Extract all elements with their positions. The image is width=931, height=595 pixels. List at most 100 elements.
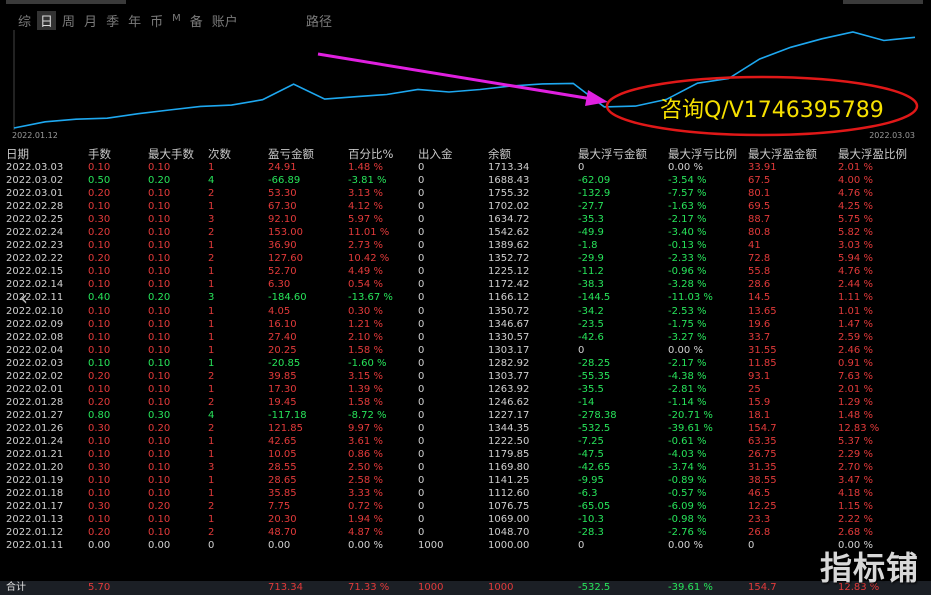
table-row[interactable]: 2022.02.23 0.10 0.10 1 36.90 2.73 % 0 1389.62 -1… <box>0 239 931 252</box>
header-lots[interactable]: 手数 <box>88 146 111 162</box>
table-row[interactable]: 2022.01.11 0.00 0.00 0 0.00 0.00 % 1000 1000.00… <box>0 539 931 552</box>
cell-max-float-profit-pct: 1.48 % <box>838 409 873 421</box>
cell-pnl: 48.70 <box>268 527 297 539</box>
cell-max-float-profit-pct: 4.18 % <box>838 488 873 500</box>
table-row[interactable]: 2022.01.17 0.30 0.20 2 7.75 0.72 % 0 1076.75 -65… <box>0 500 931 513</box>
tab-quarter[interactable]: 季 <box>106 11 119 30</box>
header-max-lots[interactable]: 最大手数 <box>148 146 194 162</box>
table-row[interactable]: 2022.01.12 0.20 0.10 2 48.70 4.87 % 0 1048.70 -2… <box>0 526 931 539</box>
cell-trades: 1 <box>208 488 215 500</box>
table-row[interactable]: 2022.01.20 0.30 0.10 3 28.55 2.50 % 0 1169.80 -4… <box>0 461 931 474</box>
cell-max-lots: 0.10 <box>148 253 171 265</box>
cell-max-float-loss-pct: -11.03 % <box>668 292 713 304</box>
cell-date: 2022.02.24 <box>6 227 64 239</box>
tab-overview[interactable]: 综 <box>18 11 31 30</box>
chevron-left-icon[interactable]: ‹ <box>13 287 35 309</box>
table-row[interactable]: 2022.03.01 0.20 0.10 2 53.30 3.13 % 0 1755.32 -1… <box>0 187 931 200</box>
cell-lots: 0.20 <box>88 396 111 408</box>
table-row[interactable]: 2022.02.01 0.10 0.10 1 17.30 1.39 % 0 1263.92 -3… <box>0 383 931 396</box>
cell-max-float-loss-pct: -3.40 % <box>668 227 707 239</box>
cell-max-float-loss-pct: -3.27 % <box>668 331 707 343</box>
cell-max-float-loss-pct: -0.96 % <box>668 266 707 278</box>
cell-max-lots: 0.10 <box>148 188 171 200</box>
cell-trades: 2 <box>208 188 215 200</box>
cell-max-float-profit-pct: 2.01 % <box>838 162 873 173</box>
cell-balance: 1346.67 <box>488 318 530 330</box>
cell-max-float-loss-pct: 0.00 % <box>668 344 703 356</box>
header-date[interactable]: 日期 <box>6 146 29 162</box>
cell-balance: 1172.42 <box>488 279 530 291</box>
total-max-float-loss: -532.5 <box>578 582 611 593</box>
cell-pnl: 28.55 <box>268 462 297 474</box>
table-row[interactable]: 2022.01.26 0.30 0.20 2 121.85 9.97 % 0 1344.35 -… <box>0 422 931 435</box>
tab-path[interactable]: 路径 <box>306 11 332 30</box>
table-row[interactable]: 2022.03.03 0.10 0.10 1 24.91 1.48 % 0 1713.34 0 0… <box>0 161 931 174</box>
cell-pnl: 19.45 <box>268 396 297 408</box>
cell-max-float-profit-pct: 5.37 % <box>838 435 873 447</box>
cell-pct: 1.48 % <box>348 162 383 173</box>
cell-balance: 1303.17 <box>488 344 530 356</box>
table-row[interactable]: 2022.02.24 0.20 0.10 2 153.00 11.01 % 0 1542.62… <box>0 226 931 239</box>
cell-max-lots: 0.10 <box>148 449 171 461</box>
cell-max-float-profit: 67.5 <box>748 175 771 187</box>
cell-trades: 1 <box>208 201 215 213</box>
cell-deposit: 0 <box>418 279 425 291</box>
tab-note[interactable]: 备 <box>190 11 203 30</box>
table-row[interactable]: 2022.01.27 0.80 0.30 4 -117.18 -8.72 % 0 1227.1… <box>0 409 931 422</box>
table-row[interactable]: 2022.02.14 0.10 0.10 1 6.30 0.54 % 0 1172.42 -38… <box>0 278 931 291</box>
table-row[interactable]: 2022.02.09 0.10 0.10 1 16.10 1.21 % 0 1346.67 -2… <box>0 318 931 331</box>
cell-trades: 4 <box>208 409 215 421</box>
table-row[interactable]: 2022.02.02 0.20 0.10 2 39.85 3.15 % 0 1303.77 -5… <box>0 370 931 383</box>
cell-max-float-profit-pct: 2.29 % <box>838 449 873 461</box>
header-pnl[interactable]: 盈亏金额 <box>268 146 314 162</box>
table-row[interactable]: 2022.01.24 0.10 0.10 1 42.65 3.61 % 0 1222.50 -7… <box>0 435 931 448</box>
table-row[interactable]: 2022.01.21 0.10 0.10 1 10.05 0.86 % 0 1179.85 -4… <box>0 448 931 461</box>
table-row[interactable]: 2022.02.03 0.10 0.10 1 -20.85 -1.60 % 0 1282.92… <box>0 357 931 370</box>
table-row[interactable]: 2022.02.28 0.10 0.10 1 67.30 4.12 % 0 1702.02 -2… <box>0 200 931 213</box>
cell-pct: -13.67 % <box>348 292 393 304</box>
table-row[interactable]: 2022.02.15 0.10 0.10 1 52.70 4.49 % 0 1225.12 -1… <box>0 265 931 278</box>
cell-trades: 3 <box>208 292 215 304</box>
header-max-float-loss-pct[interactable]: 最大浮亏比例 <box>668 146 737 162</box>
table-row[interactable]: 2022.02.11 0.40 0.20 3 -184.60 -13.67 % 0 1166.… <box>0 291 931 304</box>
header-max-float-profit-pct[interactable]: 最大浮盈比例 <box>838 146 907 162</box>
cell-date: 2022.03.02 <box>6 175 64 187</box>
cell-max-float-profit: 93.1 <box>748 370 771 382</box>
header-balance[interactable]: 余额 <box>488 146 511 162</box>
table-row[interactable]: 2022.03.02 0.50 0.20 4 -66.89 -3.81 % 0 1688.43… <box>0 174 931 187</box>
table-row[interactable]: 2022.01.18 0.10 0.10 1 35.85 3.33 % 0 1112.60 -6… <box>0 487 931 500</box>
cell-pnl: 27.40 <box>268 331 297 343</box>
tab-account[interactable]: 账户 <box>212 11 238 30</box>
table-row[interactable]: 2022.02.04 0.10 0.10 1 20.25 1.58 % 0 1303.17 0 0… <box>0 344 931 357</box>
tab-month[interactable]: 月 <box>84 11 97 30</box>
table-row[interactable]: 2022.02.08 0.10 0.10 1 27.40 2.10 % 0 1330.57 -4… <box>0 331 931 344</box>
table-row[interactable]: 2022.01.19 0.10 0.10 1 28.65 2.58 % 0 1141.25 -9… <box>0 474 931 487</box>
tab-m[interactable]: M <box>172 11 181 30</box>
chart-end-date: 2022.03.03 <box>869 131 915 140</box>
top-toolbar: 综日周月季年币 M 备账户 路径 <box>0 0 931 30</box>
table-row[interactable]: 2022.02.25 0.30 0.10 3 92.10 5.97 % 0 1634.72 -3… <box>0 213 931 226</box>
cell-max-float-loss-pct: -2.33 % <box>668 253 707 265</box>
table-row[interactable]: 2022.01.28 0.20 0.10 2 19.45 1.58 % 0 1246.62 -1… <box>0 396 931 409</box>
header-trades[interactable]: 次数 <box>208 146 231 162</box>
cell-max-float-profit: 154.7 <box>748 422 777 434</box>
cell-lots: 0.30 <box>88 462 111 474</box>
tab-currency[interactable]: 币 <box>150 11 163 30</box>
cell-pct: 1.94 % <box>348 514 383 526</box>
cell-max-float-profit: 26.8 <box>748 527 771 539</box>
cell-date: 2022.02.03 <box>6 357 64 369</box>
table-row[interactable]: 2022.01.13 0.10 0.10 1 20.30 1.94 % 0 1069.00 -1… <box>0 513 931 526</box>
tab-week[interactable]: 周 <box>62 11 75 30</box>
header-pct[interactable]: 百分比% <box>348 146 393 162</box>
header-max-float-profit[interactable]: 最大浮盈金额 <box>748 146 817 162</box>
tab-year[interactable]: 年 <box>128 11 141 30</box>
header-deposit[interactable]: 出入金 <box>418 146 453 162</box>
table-row[interactable]: 2022.02.22 0.20 0.10 2 127.60 10.42 % 0 1352.72… <box>0 252 931 265</box>
header-max-float-loss[interactable]: 最大浮亏金额 <box>578 146 647 162</box>
cell-max-float-profit: 25 <box>748 383 761 395</box>
table-row[interactable]: 2022.02.10 0.10 0.10 1 4.05 0.30 % 0 1350.72 -34… <box>0 305 931 318</box>
cell-balance: 1141.25 <box>488 475 530 487</box>
tab-day[interactable]: 日 <box>37 11 57 30</box>
cell-deposit: 0 <box>418 188 425 200</box>
cell-balance: 1048.70 <box>488 527 530 539</box>
